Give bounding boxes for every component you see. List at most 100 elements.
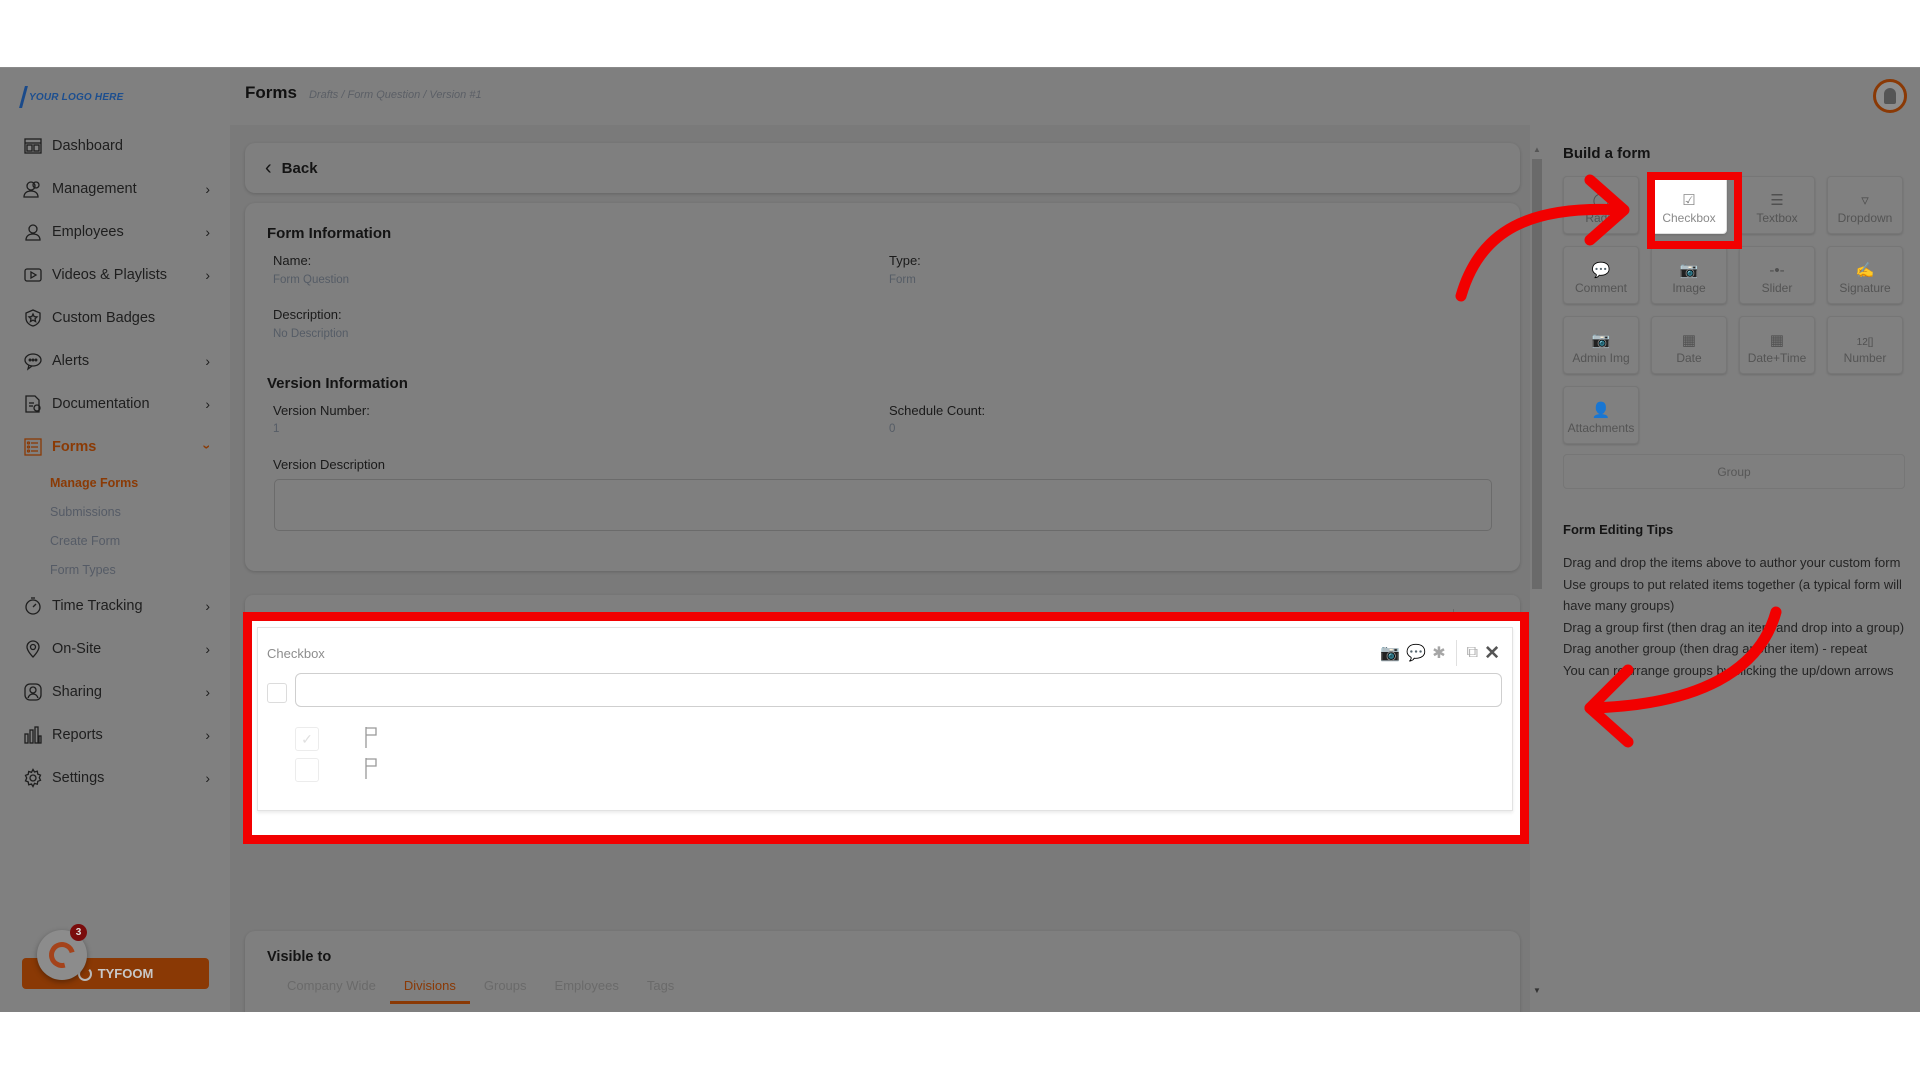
sidebar-subitem-create-form[interactable]: Create Form (0, 526, 230, 555)
option-checkbox-checked[interactable]: ✓ (295, 727, 319, 751)
forms-icon (22, 436, 44, 458)
tile-date[interactable]: ▦ Date (1651, 316, 1727, 374)
dashboard-icon (22, 135, 44, 157)
sidebar-item-label: Employees (52, 223, 124, 240)
tile-label: Dropdown (1837, 211, 1893, 225)
alerts-icon (22, 350, 44, 372)
tyfoom-swirl-icon (44, 937, 80, 973)
tab-company-wide[interactable]: Company Wide (273, 978, 390, 1004)
flag-icon[interactable] (364, 726, 380, 748)
number-icon: 12[] (1856, 337, 1874, 348)
sidebar-item-forms[interactable]: Forms › (0, 425, 230, 468)
camera-icon: 📷 (1679, 262, 1699, 279)
location-pin-icon (22, 638, 44, 660)
build-form-panel: Build a form ◯ Radio ☑ Checkbox ☰ Textbox ▿… (1545, 125, 1920, 1012)
option-checkbox-unchecked[interactable] (295, 758, 319, 782)
question-text-input[interactable] (295, 673, 1502, 707)
radio-icon: ◯ (1592, 192, 1610, 209)
flag-icon[interactable] (364, 757, 380, 779)
schedule-count-value: 0 (889, 423, 896, 435)
main-scrollbar[interactable]: ▲ ▼ (1530, 145, 1543, 995)
tile-attachments[interactable]: 👤 Attachments (1563, 386, 1639, 444)
sidebar-item-label: Time Tracking (52, 597, 143, 614)
tile-label: Comment (1574, 281, 1627, 295)
tile-comment[interactable]: 💬 Comment (1563, 246, 1639, 304)
logo-text: YOUR LOGO HERE (29, 91, 124, 103)
tile-slider[interactable]: -•- Slider (1739, 246, 1815, 304)
comment-icon[interactable]: 💬 (1406, 643, 1426, 663)
question-type-label: Checkbox (267, 646, 325, 661)
question-checkbox[interactable] (267, 683, 287, 703)
sidebar-item-label: Settings (52, 769, 105, 786)
sidebar-item-custom-badges[interactable]: Custom Badges (0, 296, 230, 339)
tile-label: Attachments (1567, 421, 1635, 435)
sidebar-item-videos[interactable]: Videos & Playlists › (0, 253, 230, 296)
avatar[interactable] (1873, 79, 1907, 113)
description-label: Description: (273, 307, 342, 322)
sidebar-item-on-site[interactable]: On-Site › (0, 627, 230, 670)
sidebar-nav: Dashboard Management › Employees › Video… (0, 124, 230, 799)
group-tile[interactable]: Group (1563, 454, 1905, 489)
close-icon[interactable]: ✕ (1484, 642, 1500, 665)
description-value: No Description (273, 328, 349, 340)
tile-label: Date+Time (1747, 351, 1807, 365)
sidebar-item-alerts[interactable]: Alerts › (0, 339, 230, 382)
user-figure-icon (1884, 88, 1896, 104)
tile-admin-img[interactable]: 📷 Admin Img (1563, 316, 1639, 374)
required-asterisk-icon[interactable]: ✱ (1432, 643, 1445, 663)
chevron-right-icon: › (205, 396, 210, 412)
chevron-right-icon: › (205, 353, 210, 369)
sidebar-item-time-tracking[interactable]: Time Tracking › (0, 584, 230, 627)
sidebar-subitem-submissions[interactable]: Submissions (0, 497, 230, 526)
tile-dropdown[interactable]: ▿ Dropdown (1827, 176, 1903, 234)
tile-date-time[interactable]: ▦ Date+Time (1739, 316, 1815, 374)
tile-image[interactable]: 📷 Image (1651, 246, 1727, 304)
sidebar-subitem-manage-forms[interactable]: Manage Forms (0, 468, 230, 497)
tile-signature[interactable]: ✍ Signature (1827, 246, 1903, 304)
scrollbar-thumb[interactable] (1532, 159, 1542, 589)
chevron-right-icon: › (205, 181, 210, 197)
tile-label: Checkbox (1662, 211, 1716, 225)
calendar-icon: ▦ (1681, 332, 1697, 349)
tile-label: Slider (1761, 281, 1793, 295)
tips-title: Form Editing Tips (1563, 522, 1674, 537)
sidebar-item-reports[interactable]: Reports › (0, 713, 230, 756)
sidebar-item-documentation[interactable]: Documentation › (0, 382, 230, 425)
tab-employees[interactable]: Employees (541, 978, 633, 1004)
page-header: Forms Drafts / Form Question / Version #… (245, 83, 482, 103)
sidebar-item-settings[interactable]: Settings › (0, 756, 230, 799)
sidebar-subitem-form-types[interactable]: Form Types (0, 555, 230, 584)
chevron-left-icon: ‹ (265, 156, 272, 179)
visible-to-card: Visible to Company Wide Divisions Groups… (245, 931, 1520, 1012)
tab-tags[interactable]: Tags (633, 978, 688, 1004)
sidebar-item-employees[interactable]: Employees › (0, 210, 230, 253)
calendar-clock-icon: ▦ (1769, 332, 1785, 349)
camera-icon[interactable]: 📷 (1380, 643, 1400, 663)
back-label: Back (281, 159, 318, 177)
tile-label: Radio (1585, 211, 1617, 225)
sidebar: YOUR LOGO HERE Dashboard Management › Em… (0, 68, 230, 1012)
sidebar-item-sharing[interactable]: Sharing › (0, 670, 230, 713)
tip-line: Drag a group first (then drag an item an… (1563, 619, 1905, 635)
tile-radio[interactable]: ◯ Radio (1563, 176, 1639, 234)
tip-line: Drag another group (then drag another it… (1563, 641, 1868, 656)
tab-groups[interactable]: Groups (470, 978, 541, 1004)
sidebar-item-management[interactable]: Management › (0, 167, 230, 210)
breadcrumb[interactable]: Drafts / Form Question / Version #1 (309, 89, 482, 101)
sidebar-item-dashboard[interactable]: Dashboard (0, 124, 230, 167)
stopwatch-icon (22, 595, 44, 617)
comment-icon: 💬 (1591, 262, 1611, 279)
scroll-down-arrow-icon[interactable]: ▼ (1533, 986, 1541, 995)
chevron-right-icon: › (205, 267, 210, 283)
tile-textbox[interactable]: ☰ Textbox (1739, 176, 1815, 234)
duplicate-icon[interactable]: ⧉ (1467, 644, 1478, 662)
sidebar-item-label: Sharing (52, 683, 102, 700)
logo[interactable]: YOUR LOGO HERE (19, 86, 124, 108)
back-button[interactable]: ‹ Back (245, 143, 1520, 193)
tile-number[interactable]: 12[] Number (1827, 316, 1903, 374)
scroll-up-arrow-icon[interactable]: ▲ (1533, 145, 1541, 154)
reports-icon (22, 724, 44, 746)
version-description-input[interactable] (274, 479, 1492, 531)
tab-divisions[interactable]: Divisions (389, 978, 470, 1004)
tile-checkbox[interactable]: ☑ Checkbox (1651, 176, 1727, 234)
